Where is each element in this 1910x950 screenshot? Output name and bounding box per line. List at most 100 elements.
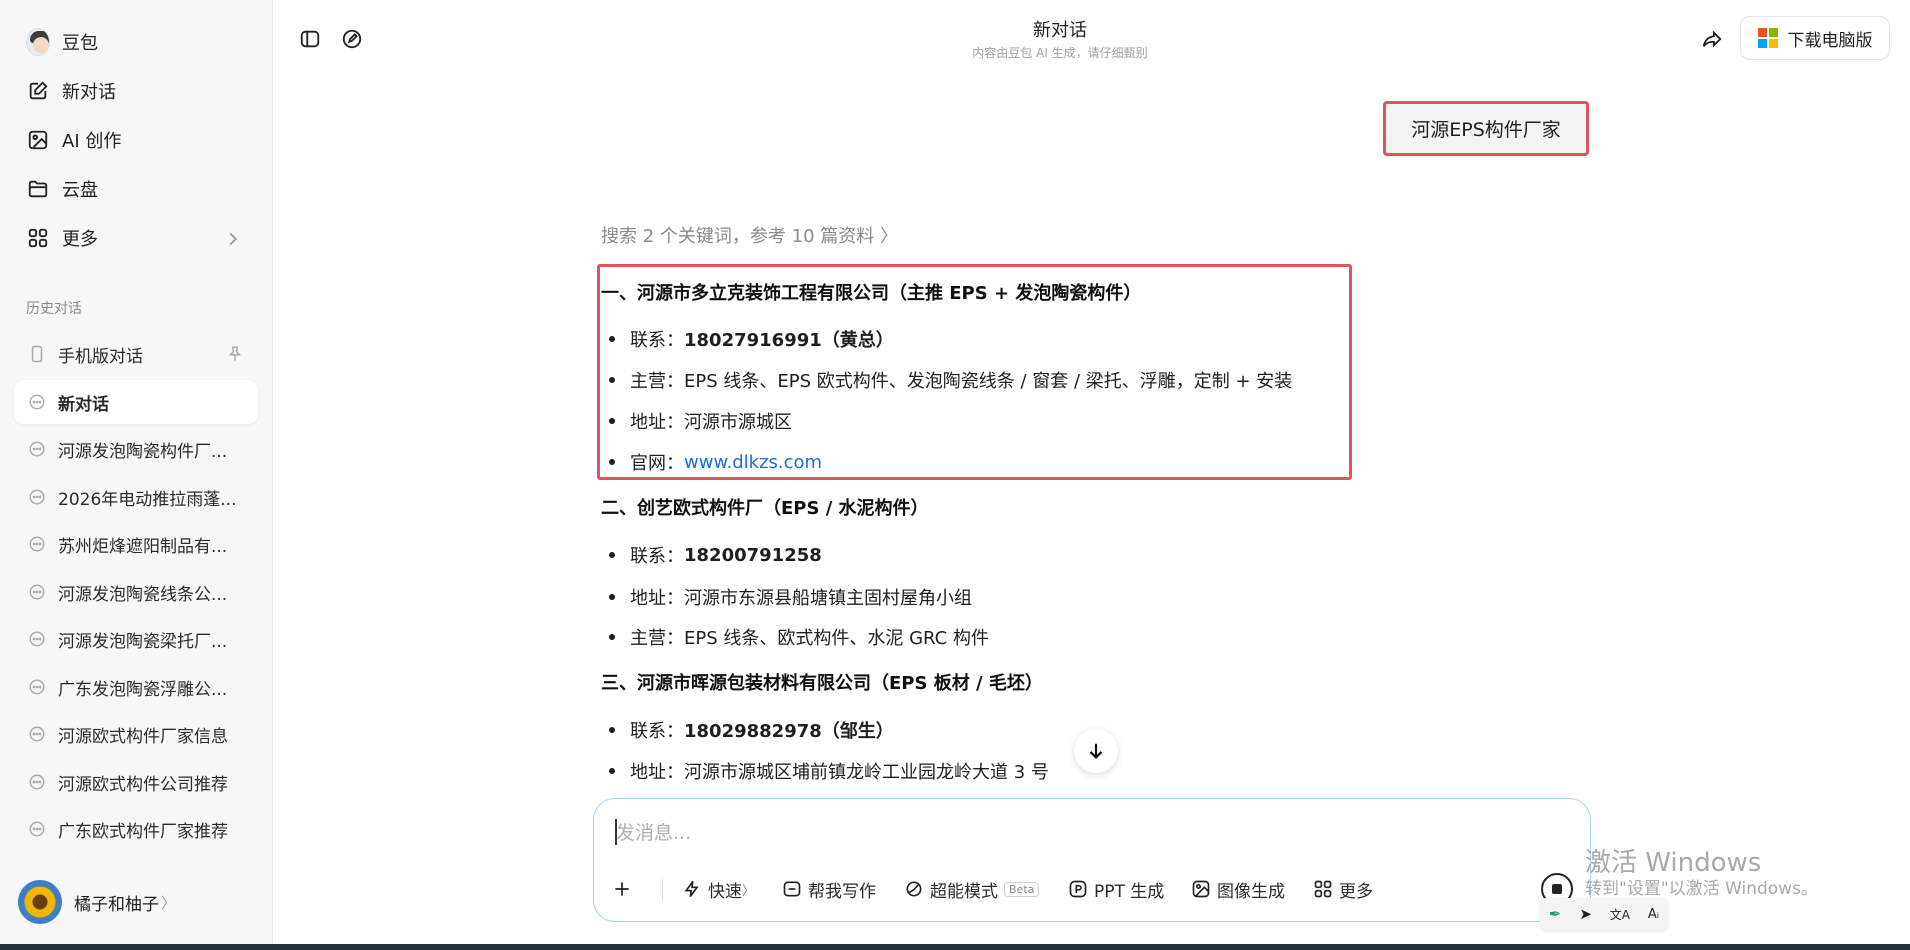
toggle-sidebar-button[interactable] (295, 24, 325, 54)
tool-label: 帮我写作 (808, 881, 876, 902)
page-title: 新对话 (1033, 20, 1087, 41)
beta-badge: Beta (1004, 881, 1040, 897)
scroll-to-bottom-button[interactable] (1074, 729, 1118, 773)
pen-icon[interactable]: ✒ (1549, 905, 1562, 923)
translate-icon[interactable]: 文A (1610, 906, 1630, 923)
chat-bubble-icon (29, 631, 45, 647)
grid-icon (1314, 880, 1332, 898)
chevron-right-icon: 〉 (742, 883, 756, 899)
bullet (609, 336, 615, 342)
tool-label: PPT 生成 (1094, 881, 1165, 902)
history-item-label: 河源发泡陶瓷线条公... (58, 584, 228, 605)
sidebar-item-label: 新对话 (62, 82, 116, 103)
more-tools-button[interactable]: 更多 (1313, 873, 1373, 905)
image-generate-button[interactable]: 图像生成 (1191, 873, 1285, 905)
history-item[interactable]: 手机版对话 (14, 332, 258, 376)
share-icon (1702, 30, 1722, 48)
history-item-label: 新对话 (58, 394, 109, 415)
history-item[interactable]: 河源发泡陶瓷构件厂... (14, 427, 258, 471)
phone-icon (31, 345, 43, 363)
ppt-generate-button[interactable]: PPT 生成 (1068, 873, 1164, 905)
answer-list-item: 联系： 18027916991（黄总） (609, 326, 894, 352)
chat-bubble-icon (29, 584, 45, 600)
answer-list-item: 主营： EPS 线条、EPS 欧式构件、发泡陶瓷线条 / 窗套 / 梁托、浮雕，… (609, 367, 1292, 393)
share-button[interactable] (1697, 24, 1727, 54)
sidebar-item-new-chat[interactable]: 新对话 (14, 71, 258, 111)
sidebar-item-label: 更多 (62, 229, 98, 250)
answer-list-item: 联系： 18029882978（邹生） (609, 717, 894, 743)
history-item[interactable]: 苏州炬烽遮阳制品有... (14, 522, 258, 566)
history-item[interactable]: 河源欧式构件公司推荐 (14, 760, 258, 804)
sidebar-item-label: AI 创作 (62, 131, 122, 152)
stop-icon (1552, 884, 1562, 894)
bullet (609, 727, 615, 733)
sidebar: 豆包 新对话 AI 创作 云盘 更多 历史对话 手机版对话 新对话 河源发泡陶瓷… (0, 0, 273, 944)
new-chat-button[interactable] (337, 24, 367, 54)
sidebar-item-ai-create[interactable]: AI 创作 (14, 120, 258, 160)
folder-icon (26, 177, 50, 201)
history-item-label: 河源发泡陶瓷梁托厂... (58, 631, 228, 652)
item-label: 联系： (630, 330, 684, 351)
ai-icon[interactable]: Aᵢ (1648, 907, 1659, 922)
bullet (609, 768, 615, 774)
tool-label: 快速 (708, 881, 742, 902)
grid-icon (26, 226, 50, 250)
sidebar-icon (300, 30, 320, 48)
divider (662, 879, 663, 901)
user-profile[interactable]: 橘子和柚子 〉 (18, 880, 176, 924)
history-item[interactable]: 2026年电动推拉雨蓬... (14, 475, 258, 519)
attach-button[interactable] (612, 873, 638, 905)
history-section-title: 历史对话 (26, 301, 82, 317)
item-label: 联系： (630, 546, 684, 567)
history-item[interactable]: 河源发泡陶瓷梁托厂... (14, 617, 258, 661)
search-references-link[interactable]: 搜索 2 个关键词，参考 10 篇资料 〉 (601, 222, 898, 248)
item-value: EPS 线条、欧式构件、水泥 GRC 构件 (684, 628, 989, 649)
super-mode-button[interactable]: 超能模式 Beta (904, 873, 1040, 905)
user-message-bubble: 河源EPS构件厂家 (1383, 101, 1589, 156)
chat-bubble-icon (29, 679, 45, 695)
history-item[interactable]: 广东欧式构件厂家推荐 (14, 807, 258, 851)
image-icon (26, 128, 50, 152)
brand-label: 豆包 (62, 33, 98, 54)
history-item-label: 广东发泡陶瓷浮雕公... (58, 679, 228, 700)
bullet (609, 459, 615, 465)
download-label: 下载电脑版 (1787, 30, 1873, 51)
new-chat-icon (26, 79, 50, 103)
bullet (609, 634, 615, 640)
sidebar-item-more[interactable]: 更多 (14, 218, 258, 258)
quick-mode-button[interactable]: 快速 〉 (682, 873, 755, 905)
website-link[interactable]: www.dlkzs.com (684, 452, 822, 473)
bullet (609, 418, 615, 424)
item-value: 18029882978（邹生） (684, 721, 894, 742)
download-desktop-button[interactable]: 下载电脑版 (1740, 16, 1890, 60)
chat-bubble-icon (29, 394, 45, 410)
text-caret (615, 819, 617, 845)
history-item-label: 手机版对话 (58, 346, 143, 367)
item-value: 河源市东源县船塘镇主固村屋角小组 (684, 588, 972, 609)
plus-icon (615, 882, 629, 896)
bullet (609, 594, 615, 600)
history-item[interactable]: 河源发泡陶瓷线条公... (14, 570, 258, 614)
chevron-right-icon: 〉 (161, 893, 177, 912)
user-message-text: 河源EPS构件厂家 (1411, 119, 1561, 141)
chevron-right-icon (229, 232, 238, 246)
chat-bubble-icon (29, 489, 45, 505)
item-value: 18027916991（黄总） (684, 330, 894, 351)
history-item-label: 广东欧式构件厂家推荐 (58, 821, 228, 842)
item-value: 18200791258 (684, 544, 822, 566)
ai-disclaimer: 内容由豆包 AI 生成，请仔细甄别 (972, 46, 1148, 60)
chat-bubble-icon (29, 726, 45, 742)
message-input[interactable] (614, 817, 1518, 849)
user-name: 橘子和柚子 (74, 894, 159, 915)
item-label: 地址： (630, 588, 684, 609)
brand-doubao[interactable]: 豆包 (14, 22, 258, 62)
pin-icon[interactable] (226, 345, 244, 363)
answer-list-item: 地址： 河源市源城区 (609, 408, 792, 434)
writing-assist-button[interactable]: 帮我写作 (782, 873, 876, 905)
history-item[interactable]: 广东发泡陶瓷浮雕公... (14, 665, 258, 709)
history-item[interactable]: 河源欧式构件厂家信息 (14, 712, 258, 756)
history-item[interactable]: 新对话 (14, 380, 258, 424)
sidebar-item-cloud-drive[interactable]: 云盘 (14, 169, 258, 209)
history-item-label: 河源发泡陶瓷构件厂... (58, 441, 228, 462)
send-icon[interactable]: ➤ (1579, 905, 1592, 923)
